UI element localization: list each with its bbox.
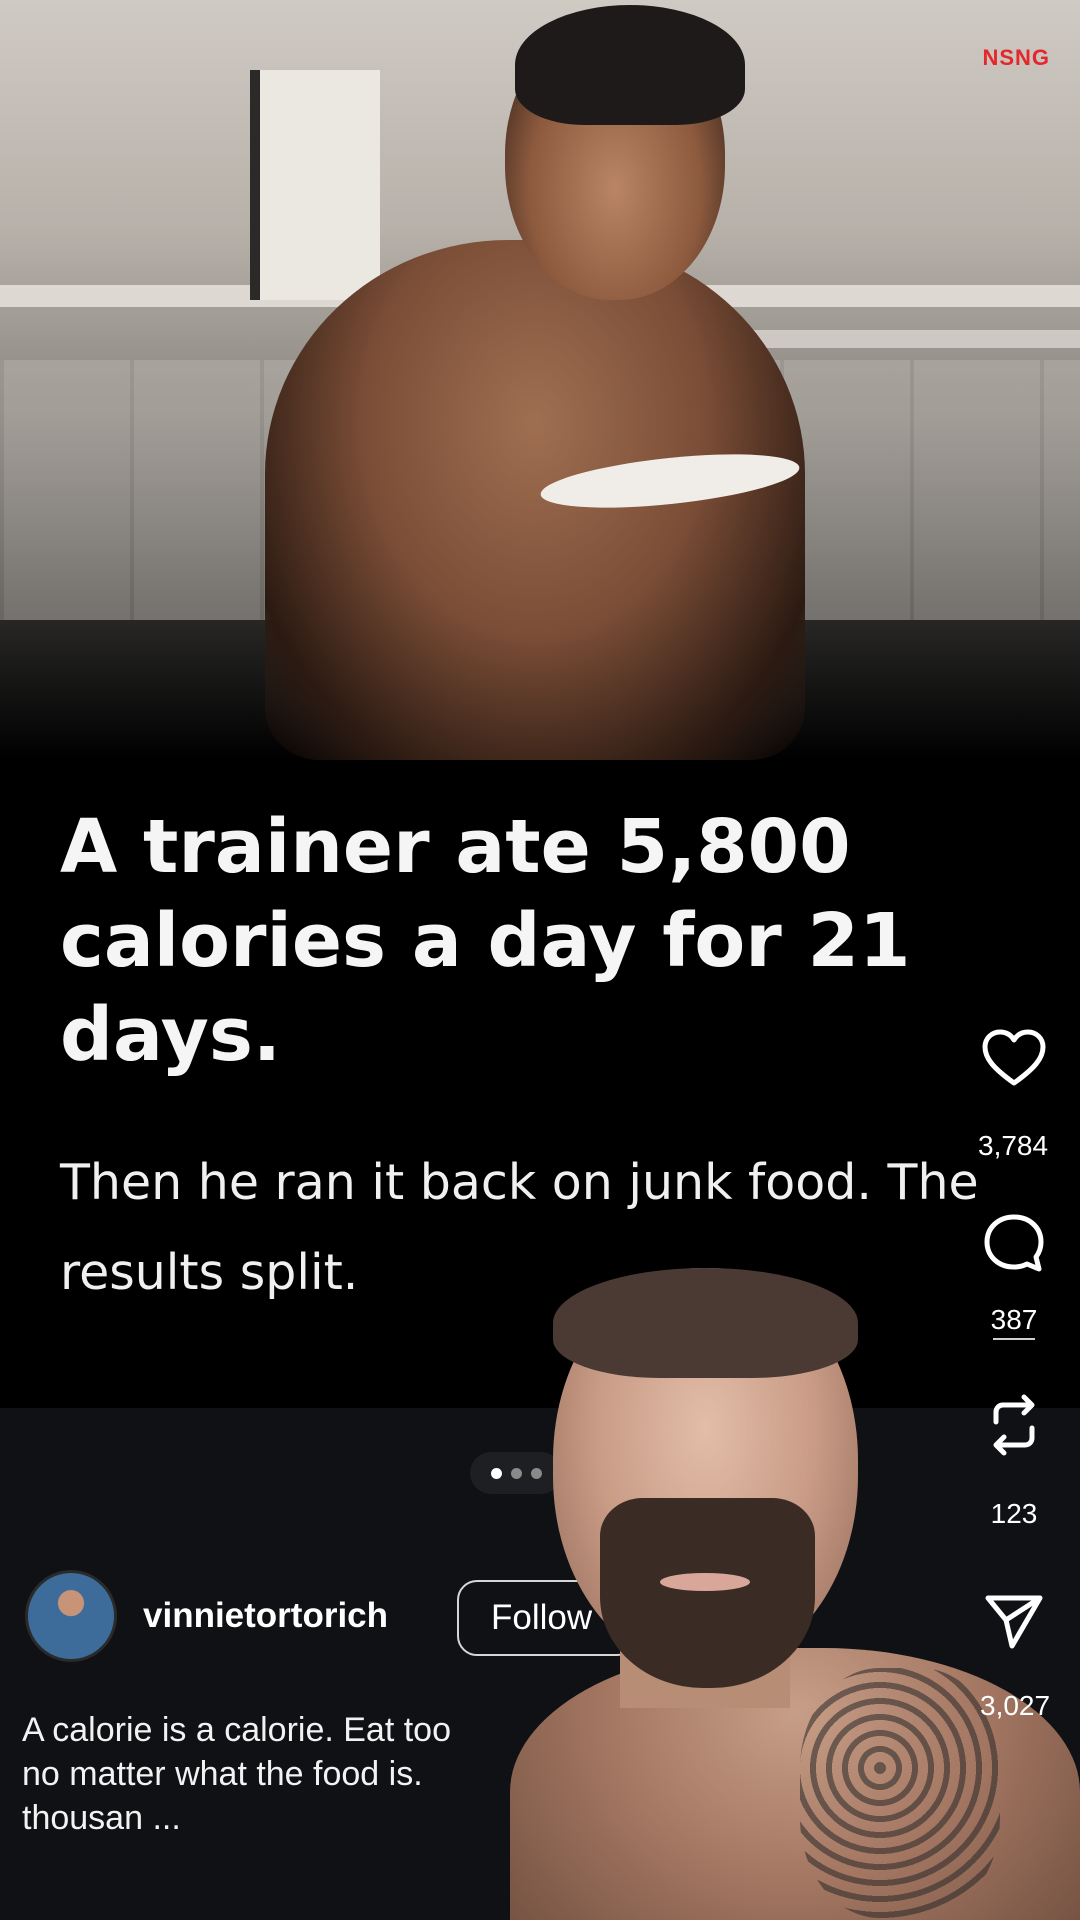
repost-action[interactable]: 123	[980, 1390, 1048, 1530]
share-action[interactable]: 3,027	[980, 1590, 1051, 1722]
creator-hair	[553, 1268, 858, 1378]
comment-action[interactable]: 387	[980, 1212, 1048, 1340]
shelf-board	[250, 70, 380, 300]
caption-line-3: thousan ...	[22, 1796, 542, 1840]
post-headline: A trainer ate 5,800 calories a day for 2…	[60, 804, 911, 1078]
carousel-dot-active	[490, 1467, 502, 1479]
avatar[interactable]	[25, 1570, 117, 1662]
author-username[interactable]: vinnietortorich	[143, 1596, 388, 1636]
kitchen-shelf-right	[740, 330, 1080, 348]
comment-bubble-icon[interactable]	[980, 1212, 1048, 1274]
caption-more[interactable]: ...	[152, 1799, 180, 1837]
caption-truncated-text: thousan	[22, 1799, 143, 1837]
like-action[interactable]: 3,784	[978, 1028, 1048, 1161]
post-image[interactable]: NSNG	[0, 0, 1080, 760]
heart-icon[interactable]	[980, 1028, 1048, 1088]
repost-icon[interactable]	[980, 1390, 1048, 1460]
caption-line-1: A calorie is a calorie. Eat too	[22, 1711, 452, 1749]
image-watermark: NSNG	[982, 45, 1050, 70]
arrow-right-icon	[993, 1338, 1035, 1340]
send-icon[interactable]	[980, 1590, 1048, 1652]
comment-count: 387	[990, 1304, 1038, 1335]
caption-line-2: no matter what the food is.	[22, 1755, 423, 1793]
share-count: 3,027	[980, 1690, 1051, 1721]
like-count: 3,784	[978, 1130, 1049, 1161]
creator-beard	[600, 1498, 815, 1688]
repost-count: 123	[990, 1498, 1038, 1529]
man-eating-figure	[265, 240, 805, 760]
creator-tattoo	[800, 1668, 1000, 1918]
creator-mouth	[660, 1573, 750, 1591]
post-caption[interactable]: A calorie is a calorie. Eat too no matte…	[22, 1708, 542, 1840]
man-hair	[515, 5, 745, 125]
